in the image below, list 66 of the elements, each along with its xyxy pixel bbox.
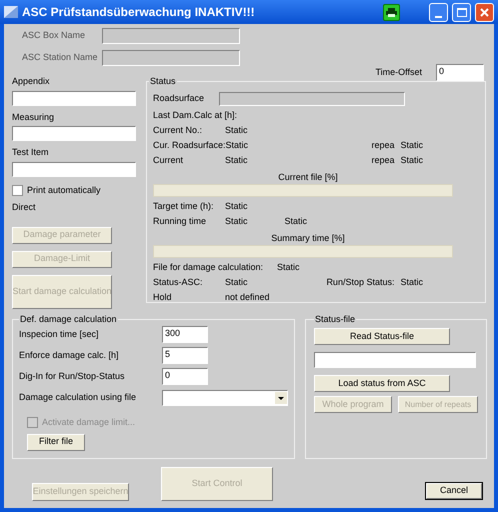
status-value: not defined bbox=[225, 291, 270, 304]
field-label: Measuring bbox=[12, 110, 56, 124]
status-label: Status-ASC: bbox=[153, 276, 204, 290]
status-label: Running time bbox=[153, 215, 208, 228]
direct-label: Direct bbox=[12, 201, 37, 214]
field-label: Damage calculation using file bbox=[19, 390, 138, 404]
status-label: File for damage calculation: bbox=[153, 261, 264, 274]
status-label: Run/Stop Status: bbox=[326, 276, 394, 290]
progress-label: Summary time [%] bbox=[271, 232, 345, 245]
status-value: Static bbox=[225, 124, 248, 138]
status-value: Static bbox=[400, 276, 423, 290]
printer-button[interactable] bbox=[383, 4, 400, 20]
text-field[interactable] bbox=[12, 126, 136, 141]
read-status-file-button[interactable]: Read Status-file bbox=[314, 328, 450, 345]
status-label: Last Dam.Calc at [h]: bbox=[153, 109, 238, 122]
roadsurface-field[interactable] bbox=[219, 92, 405, 106]
cancel-button[interactable]: Cancel bbox=[426, 482, 482, 498]
status-value: Static bbox=[225, 276, 248, 290]
window-title: ASC Prüfstandsüberwachung INAKTIV!!! bbox=[22, 4, 255, 21]
number-field[interactable]: 300 bbox=[162, 326, 208, 343]
group-title: Status-file bbox=[314, 312, 356, 326]
status-value: Static bbox=[225, 200, 248, 214]
field-label: Inspecion time [sec] bbox=[19, 328, 100, 341]
field-label: ASC Station Name bbox=[22, 51, 99, 64]
status-label: repea bbox=[371, 139, 394, 152]
status-value: Static bbox=[225, 154, 248, 168]
status-value: Static bbox=[226, 139, 248, 152]
status-value: Static bbox=[225, 215, 248, 228]
status-label: repea bbox=[371, 154, 394, 168]
field-label: Enforce damage calc. [h] bbox=[19, 348, 120, 362]
status-label: Cur. Roadsurface: bbox=[153, 139, 226, 152]
status-label: Hold bbox=[153, 291, 173, 304]
field-label: ASC Box Name bbox=[22, 29, 86, 42]
file-dropdown[interactable] bbox=[162, 390, 288, 406]
close-icon bbox=[480, 8, 489, 16]
group-title: Def. damage calculation bbox=[19, 312, 118, 326]
time-offset-field[interactable]: 0 bbox=[436, 64, 484, 81]
status-value: Static bbox=[400, 154, 423, 168]
status-label: Roadsurface bbox=[153, 92, 206, 105]
field-label: Time-Offset bbox=[375, 66, 422, 79]
app-icon bbox=[4, 6, 18, 18]
status-label: Current bbox=[153, 154, 184, 168]
field-label: Dig-In for Run/Stop-Status bbox=[19, 370, 126, 383]
filter-file-button[interactable]: Filter file bbox=[27, 434, 85, 450]
text-field[interactable] bbox=[12, 90, 136, 106]
checkbox-label: Activate damage limit... bbox=[42, 416, 136, 429]
progress-label: Current file [%] bbox=[278, 171, 338, 184]
checkbox-label: Print automatically bbox=[27, 184, 101, 197]
checkbox[interactable] bbox=[12, 184, 23, 196]
field-label: Appendix bbox=[12, 75, 51, 88]
printer-icon bbox=[386, 8, 397, 16]
status-label: Target time (h): bbox=[153, 200, 215, 214]
number-field[interactable]: 0 bbox=[162, 368, 208, 385]
maximize-button[interactable] bbox=[452, 2, 471, 22]
status-value: Static bbox=[284, 215, 308, 228]
field-label: Test Item bbox=[12, 146, 50, 159]
status-file-field[interactable] bbox=[314, 352, 476, 368]
minimize-button[interactable] bbox=[429, 2, 448, 22]
status-value: Static bbox=[400, 139, 423, 152]
close-button[interactable] bbox=[475, 2, 494, 22]
number-field[interactable]: 5 bbox=[162, 347, 208, 364]
text-field[interactable] bbox=[12, 162, 136, 176]
status-value: Static bbox=[277, 261, 300, 274]
group-title: Status bbox=[149, 75, 177, 88]
load-status-button[interactable]: Load status from ASC bbox=[314, 375, 450, 392]
status-label: Current No.: bbox=[153, 124, 204, 138]
